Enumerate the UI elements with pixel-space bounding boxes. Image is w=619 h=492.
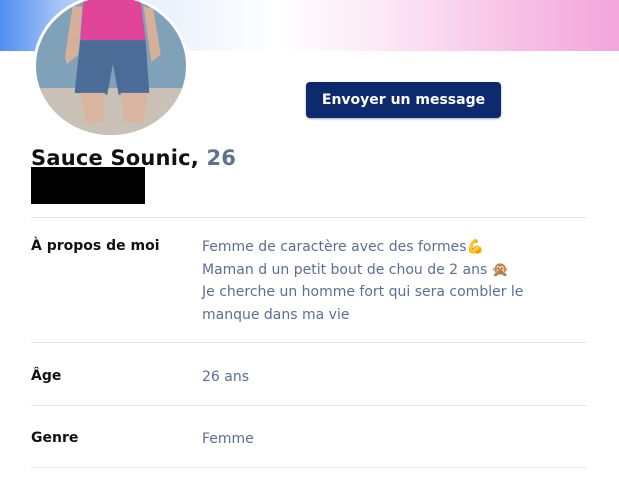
flexed-biceps-icon: 💪: [466, 239, 484, 255]
about-label: À propos de moi: [31, 238, 160, 254]
profile-age: 26: [206, 146, 237, 170]
profile-avatar[interactable]: [33, 0, 189, 138]
divider: [31, 467, 587, 468]
divider: [31, 217, 587, 218]
avatar-photo: [36, 0, 186, 135]
age-label: Âge: [31, 368, 62, 384]
send-message-button[interactable]: Envoyer un message: [306, 82, 501, 118]
about-line-2: Maman d un petit bout de chou de 2 ans 🙊: [202, 261, 510, 278]
gender-value: Femme: [202, 431, 254, 447]
about-line-1: Femme de caractère avec des formes💪: [202, 239, 484, 255]
gender-label: Genre: [31, 430, 79, 446]
divider: [31, 405, 587, 406]
about-line-4: manque dans ma vie: [202, 306, 350, 323]
age-value: 26 ans: [202, 369, 250, 385]
speak-no-evil-monkey-icon: 🙊: [491, 261, 510, 278]
divider: [31, 342, 587, 343]
about-value: Femme de caractère avec des formes💪 Mama…: [202, 236, 523, 326]
about-line-3: Je cherche un homme fort qui sera comble…: [202, 284, 524, 300]
redacted-block: [31, 167, 145, 204]
